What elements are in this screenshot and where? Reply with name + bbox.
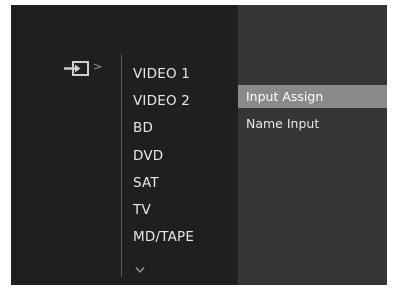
submenu-panel [238, 5, 387, 285]
submenu: Input Assign Name Input [238, 85, 387, 139]
input-item[interactable]: VIDEO 2 [133, 88, 194, 115]
input-source-icon [62, 60, 90, 78]
scroll-down-icon[interactable] [135, 259, 145, 274]
chevron-right-icon: > [93, 60, 103, 73]
osd-screen: > VIDEO 1 VIDEO 2 BD DVD SAT TV MD/TAPE … [11, 5, 387, 285]
submenu-item-name-input[interactable]: Name Input [238, 112, 387, 135]
input-item[interactable]: SAT [133, 170, 194, 197]
input-item[interactable]: VIDEO 1 [133, 61, 194, 88]
input-item[interactable]: DVD [133, 143, 194, 170]
input-item[interactable]: MD/TAPE [133, 224, 194, 251]
input-list: VIDEO 1 VIDEO 2 BD DVD SAT TV MD/TAPE [133, 61, 194, 251]
submenu-item-input-assign[interactable]: Input Assign [238, 85, 387, 108]
input-item[interactable]: TV [133, 197, 194, 224]
input-item[interactable]: BD [133, 115, 194, 142]
menu-divider [121, 55, 122, 277]
